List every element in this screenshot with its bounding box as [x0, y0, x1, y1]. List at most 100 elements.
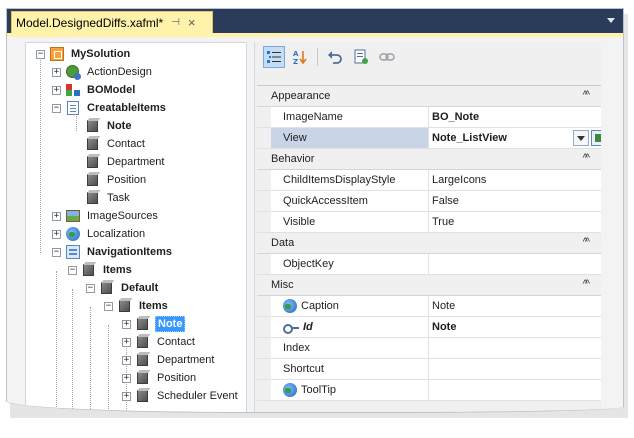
tree-expander-icon[interactable]: + [122, 337, 131, 347]
collapse-category-icon[interactable]: ^^ [583, 236, 591, 248]
property-name-cell: ToolTip [271, 380, 429, 400]
tree-node[interactable]: + ImageSources [52, 207, 160, 225]
tree-node[interactable]: − Default [86, 279, 160, 297]
property-value-cell[interactable] [429, 380, 601, 400]
tree-expander-icon[interactable]: − [52, 103, 61, 113]
property-value-cell[interactable]: False [429, 191, 601, 211]
tab-list-dropdown-icon[interactable] [607, 18, 615, 23]
property-category[interactable]: Behavior ^^ [257, 149, 601, 170]
property-value: False [432, 195, 459, 207]
property-row-gutter [257, 359, 271, 379]
property-row[interactable]: Visible True [257, 212, 601, 233]
tree-node[interactable]: − NavigationItems [52, 243, 174, 261]
document-tab-title: Model.DesignedDiffs.xafml* [16, 15, 164, 30]
property-name-cell: View [271, 128, 429, 148]
tree-node[interactable]: − MySolution [36, 45, 132, 63]
view-dropdown-button[interactable] [573, 130, 589, 146]
property-value-cell[interactable] [429, 359, 601, 379]
property-category[interactable]: Data ^^ [257, 233, 601, 254]
tree-node[interactable]: + Localization [52, 225, 147, 243]
tree-node[interactable]: − Items [68, 261, 134, 279]
property-row[interactable]: Shortcut [257, 359, 601, 380]
tree-node[interactable]: + BOModel [52, 81, 137, 99]
property-row[interactable]: Id Note [257, 317, 601, 338]
tree-node[interactable]: Note [72, 117, 133, 135]
tree-node[interactable]: Task [72, 189, 132, 207]
navigation-items-icon [65, 244, 81, 260]
tree-node-label: Task [107, 192, 130, 204]
tree-node[interactable]: + Scheduler Event [122, 387, 240, 405]
property-value-cell[interactable]: True [429, 212, 601, 232]
property-row[interactable]: ChildItemsDisplayStyle LargeIcons [257, 170, 601, 191]
document-tab[interactable]: Model.DesignedDiffs.xafml* ⊣ × [11, 11, 213, 33]
property-category[interactable]: Appearance ^^ [257, 86, 601, 107]
tree-expander-icon[interactable]: + [52, 229, 61, 239]
property-category[interactable]: Misc ^^ [257, 275, 601, 296]
tree-expander-icon[interactable]: + [122, 391, 131, 401]
categorized-icon [267, 51, 281, 63]
property-row[interactable]: ObjectKey [257, 254, 601, 275]
tree-node[interactable]: − CreatableItems [52, 99, 168, 117]
tree-node[interactable]: + Position [122, 369, 198, 387]
property-row[interactable]: View Note_ListView [257, 128, 601, 149]
alphabetical-button[interactable]: A Z [289, 46, 311, 68]
undo-icon [328, 51, 342, 64]
link-button[interactable] [376, 46, 398, 68]
tree-expander-icon[interactable]: + [52, 85, 61, 95]
collapse-category-icon[interactable]: ^^ [583, 89, 591, 101]
pin-icon[interactable]: ⊣ [171, 17, 180, 28]
close-icon[interactable]: × [188, 16, 196, 29]
property-name: ToolTip [301, 384, 337, 396]
property-row-gutter [257, 380, 271, 400]
property-value-cell[interactable]: LargeIcons [429, 170, 601, 190]
tree-expander-icon[interactable]: − [86, 283, 95, 293]
property-value-cell[interactable] [429, 338, 601, 358]
property-row[interactable]: Caption Note [257, 296, 601, 317]
editor-window: Model.DesignedDiffs.xafml* ⊣ × − MySoluti… [6, 8, 624, 413]
tree-expander-icon[interactable]: + [52, 211, 61, 221]
tree-expander-icon[interactable]: − [52, 247, 61, 257]
property-row[interactable]: QuickAccessItem False [257, 191, 601, 212]
categorized-button[interactable] [263, 46, 285, 68]
tree-node[interactable]: + Contact [122, 333, 197, 351]
undo-button[interactable] [324, 46, 346, 68]
tree-node[interactable]: − Items [104, 297, 170, 315]
property-row[interactable]: ToolTip [257, 380, 601, 401]
tree-expander-icon[interactable]: + [122, 355, 131, 365]
tree-node[interactable]: + Note [122, 315, 186, 333]
tree-expander-icon[interactable]: − [68, 265, 77, 275]
property-name-cell: ChildItemsDisplayStyle [271, 170, 429, 190]
model-tree[interactable]: − MySolution + ActionDesign + BOModel − Creatab… [25, 42, 247, 412]
document-tab-strip: Model.DesignedDiffs.xafml* ⊣ × [7, 9, 623, 33]
bomodel-icon [65, 82, 81, 98]
property-value-cell[interactable]: Note [429, 317, 601, 337]
collapse-category-icon[interactable]: ^^ [583, 278, 591, 290]
property-row[interactable]: Index [257, 338, 601, 359]
navigate-to-view-icon[interactable] [591, 130, 601, 146]
tree-guide-line [56, 271, 57, 412]
tree-expander-icon[interactable]: + [122, 373, 131, 383]
property-value-cell[interactable]: Note [429, 296, 601, 316]
tree-node[interactable]: Position [72, 171, 148, 189]
tree-node-label: BOModel [87, 84, 136, 96]
tree-expander-icon[interactable]: + [52, 67, 61, 77]
property-value-cell[interactable] [429, 254, 601, 274]
tree-node[interactable]: + ActionDesign [52, 63, 154, 81]
tree-node[interactable]: Department [72, 153, 166, 171]
properties-button[interactable] [350, 46, 372, 68]
image-sources-icon [65, 208, 81, 224]
property-row[interactable]: ImageName BO_Note [257, 107, 601, 128]
tree-expander-icon[interactable]: − [36, 49, 45, 59]
globe-icon [65, 226, 81, 242]
tree-node[interactable]: + Department [122, 351, 216, 369]
localizable-globe-icon [283, 299, 297, 313]
property-value-cell[interactable]: Note_ListView [429, 128, 601, 148]
property-grid-toolbar: A Z [255, 42, 601, 72]
property-value-cell[interactable]: BO_Note [429, 107, 601, 127]
property-name: Index [283, 342, 310, 354]
tree-node[interactable]: Contact [72, 135, 147, 153]
tree-expander-icon[interactable]: − [104, 301, 113, 311]
tree-expander-icon[interactable]: + [122, 319, 131, 329]
tree-node-label: Contact [107, 138, 145, 150]
collapse-category-icon[interactable]: ^^ [583, 152, 591, 164]
